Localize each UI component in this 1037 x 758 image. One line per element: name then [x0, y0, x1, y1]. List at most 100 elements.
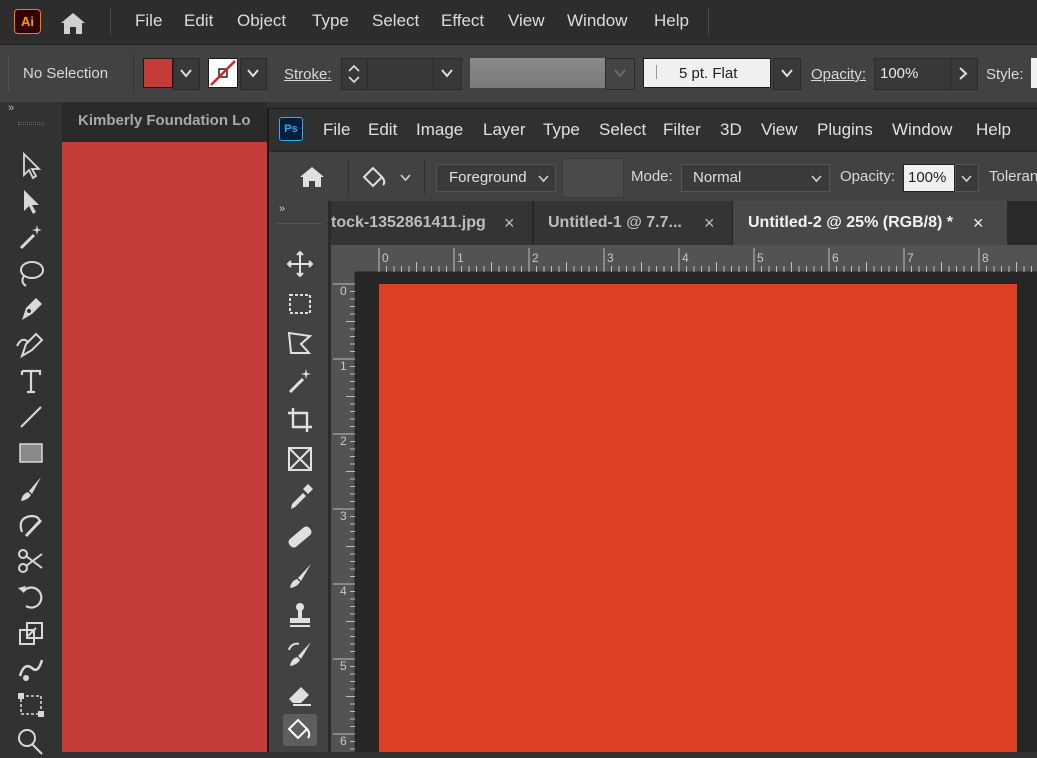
ps-menu-file[interactable]: File [323, 120, 350, 140]
opacity-value: 100% [908, 169, 947, 186]
ai-menu-window[interactable]: Window [567, 11, 627, 31]
ruler-v-label: 3 [340, 509, 347, 523]
stroke-swatch-dropdown[interactable] [240, 58, 267, 90]
ps-menu-image[interactable]: Image [416, 120, 463, 140]
illustrator-document-tabbar: Kimberly Foundation Lo [62, 102, 267, 142]
pen-icon[interactable] [14, 292, 48, 326]
opacity-label[interactable]: Opacity: [811, 66, 866, 83]
curvature-icon[interactable] [14, 328, 48, 362]
shape-builder-icon[interactable] [14, 724, 48, 758]
ps-menu-edit[interactable]: Edit [368, 120, 397, 140]
ps-menu-help[interactable]: Help [976, 120, 1011, 140]
ai-menu-edit[interactable]: Edit [184, 11, 213, 31]
doc-tab-untitled-2[interactable]: Untitled-2 @ 25% (RGB/8) * × [732, 201, 1007, 245]
selection-icon[interactable] [14, 148, 48, 182]
line-segment-icon[interactable] [14, 400, 48, 434]
close-icon[interactable]: × [504, 201, 515, 245]
shaper-icon[interactable] [14, 508, 48, 542]
photoshop-canvas[interactable] [379, 284, 1017, 752]
warp-icon[interactable] [14, 652, 48, 686]
home-icon[interactable] [298, 165, 326, 189]
paintbrush-icon[interactable] [14, 472, 48, 506]
close-icon[interactable]: × [704, 201, 715, 245]
free-transform-icon[interactable] [14, 688, 48, 722]
paint-bucket-preset-icon[interactable] [359, 162, 389, 192]
document-tab-kimberly[interactable]: Kimberly Foundation Lo [78, 112, 251, 129]
ai-menu-effect[interactable]: Effect [441, 11, 484, 31]
ai-menu-view[interactable]: View [508, 11, 545, 31]
marquee-icon[interactable] [283, 288, 317, 320]
rectangle-icon[interactable] [14, 436, 48, 470]
home-icon[interactable] [58, 10, 88, 36]
ps-menu-3d[interactable]: 3D [720, 120, 742, 140]
move-icon[interactable] [283, 248, 317, 280]
scissors-icon[interactable] [14, 544, 48, 578]
ps-menu-plugins[interactable]: Plugins [817, 120, 873, 140]
magic-wand-icon[interactable] [283, 365, 317, 397]
ruler-h-label: 3 [607, 251, 614, 265]
ruler-v-label: 6 [340, 734, 347, 748]
magic-wand-icon[interactable] [14, 220, 48, 254]
variable-width-profile[interactable] [470, 58, 605, 88]
close-icon[interactable]: × [973, 201, 984, 245]
opacity-expand-button[interactable] [950, 58, 978, 90]
eraser-icon[interactable] [283, 677, 317, 709]
illustrator-control-bar: No Selection Stroke: 5 pt. Flat Opacity:… [0, 44, 1037, 102]
ruler-origin[interactable] [331, 245, 355, 272]
ai-menu-object[interactable]: Object [237, 11, 286, 31]
lasso-icon[interactable] [14, 256, 48, 290]
brush-dropdown[interactable] [773, 58, 801, 90]
doc-tab-untitled-1[interactable]: Untitled-1 @ 7.7... × [533, 201, 732, 245]
opacity-field[interactable]: 100% [874, 58, 952, 90]
ps-menu-window[interactable]: Window [892, 120, 952, 140]
brush-icon[interactable] [283, 560, 317, 592]
fill-dropdown[interactable] [173, 58, 200, 90]
doc-tab-label: tock-1352861411.jpg [331, 214, 486, 231]
history-brush-icon[interactable] [283, 638, 317, 670]
eyedropper-icon[interactable] [283, 482, 317, 514]
lasso-icon[interactable] [283, 327, 317, 359]
frame-icon[interactable] [283, 443, 317, 475]
illustrator-artboard[interactable] [62, 142, 267, 752]
clone-stamp-icon[interactable] [283, 599, 317, 631]
ai-menu-file[interactable]: File [135, 11, 162, 31]
opacity-input[interactable]: 100% [903, 164, 955, 192]
paint-bucket-icon[interactable] [283, 714, 317, 746]
ps-menu-type[interactable]: Type [543, 120, 580, 140]
ps-menu-view[interactable]: View [761, 120, 798, 140]
crop-icon[interactable] [283, 404, 317, 436]
ai-menu-type[interactable]: Type [312, 11, 349, 31]
style-swatch[interactable] [1031, 58, 1037, 88]
stroke-swatch[interactable] [208, 58, 238, 88]
ps-menu-layer[interactable]: Layer [483, 120, 526, 140]
rotate-icon[interactable] [14, 580, 48, 614]
pattern-picker [562, 158, 624, 198]
stroke-weight-stepper[interactable] [341, 58, 368, 90]
fill-source-select[interactable]: Foreground [436, 164, 556, 192]
ruler-v-label: 4 [340, 584, 347, 598]
ai-menu-select[interactable]: Select [372, 11, 419, 31]
stroke-weight-field[interactable] [367, 58, 435, 90]
type-icon[interactable] [14, 364, 48, 398]
ruler-h-label: 0 [382, 251, 389, 265]
ruler-h-label: 4 [682, 251, 689, 265]
fill-swatch[interactable] [143, 58, 173, 88]
stroke-weight-dropdown[interactable] [433, 58, 462, 90]
collapse-panel-icon[interactable]: » [8, 102, 14, 114]
doc-tab-stock[interactable]: tock-1352861411.jpg × [331, 201, 532, 245]
blend-mode-select[interactable]: Normal [681, 164, 830, 192]
ps-menu-select[interactable]: Select [599, 120, 646, 140]
ps-menu-filter[interactable]: Filter [663, 120, 701, 140]
healing-brush-icon[interactable] [283, 521, 317, 553]
collapse-panel-icon[interactable]: » [279, 203, 285, 215]
scale-icon[interactable] [14, 616, 48, 650]
illustrator-logo: Ai [14, 9, 41, 34]
brush-definition[interactable]: 5 pt. Flat [643, 58, 771, 88]
ai-menu-help[interactable]: Help [654, 11, 689, 31]
ruler-h-label: 1 [457, 251, 464, 265]
variable-width-dropdown[interactable] [605, 58, 635, 90]
opacity-slider-dropdown[interactable] [955, 164, 979, 192]
stroke-label[interactable]: Stroke: [284, 66, 332, 83]
direct-selection-icon[interactable] [14, 184, 48, 218]
tool-preset-dropdown[interactable] [400, 174, 411, 182]
